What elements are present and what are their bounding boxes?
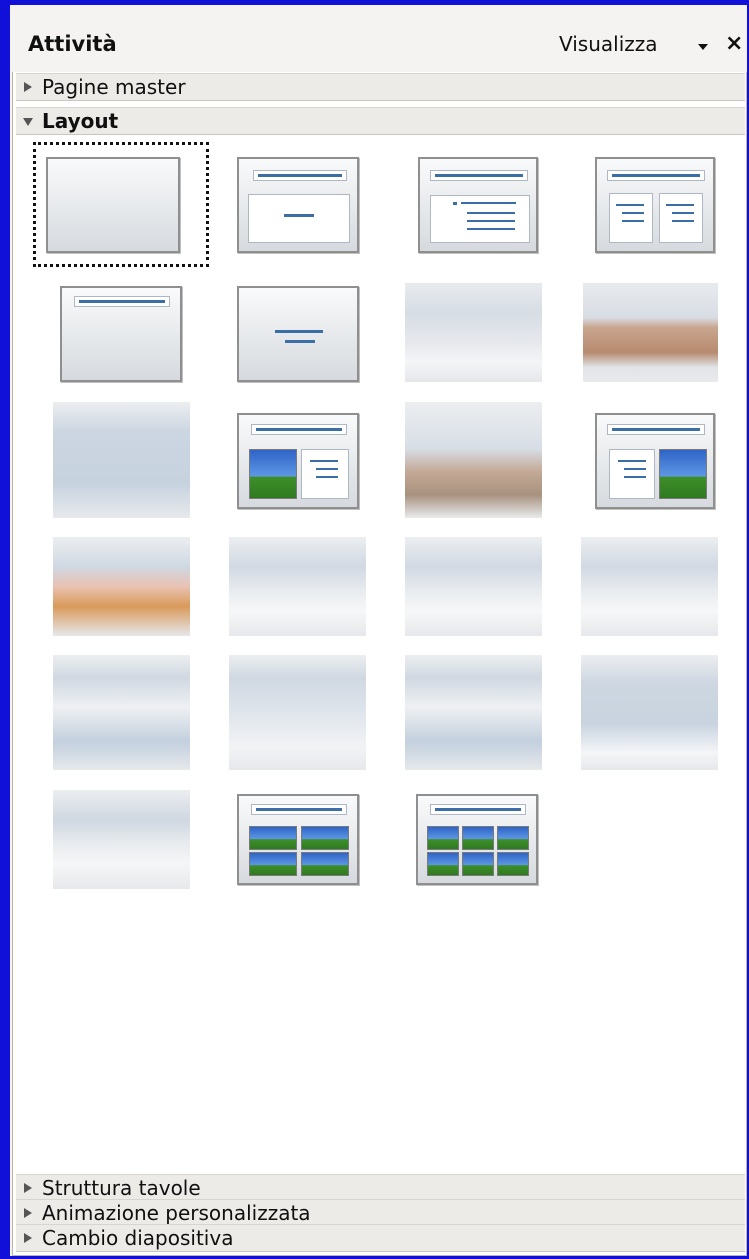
layout-thumbnail-loading[interactable] <box>405 655 542 770</box>
section-slide-transition[interactable]: Cambio diapositiva <box>16 1224 745 1252</box>
section-table-design[interactable]: Struttura tavole <box>16 1174 745 1202</box>
section-label: Animazione personalizzata <box>42 1201 311 1225</box>
layout-title-image-list[interactable] <box>237 413 359 509</box>
layout-title-list-image[interactable] <box>595 413 715 509</box>
layout-title-only[interactable] <box>60 286 182 382</box>
section-label: Struttura tavole <box>42 1176 201 1200</box>
section-label: Cambio diapositiva <box>42 1226 234 1250</box>
chevron-right-icon <box>24 1208 32 1218</box>
layout-thumbnail-loading[interactable] <box>229 537 366 636</box>
section-master-pages[interactable]: Pagine master <box>16 73 745 101</box>
layout-title-6-images[interactable] <box>416 794 538 885</box>
layout-title-4-images[interactable] <box>237 794 359 885</box>
layout-thumbnail-loading[interactable] <box>405 537 542 636</box>
layout-title-content[interactable] <box>237 157 359 253</box>
panel-titlebar: Attività Visualizza × <box>12 18 747 72</box>
view-menu-button[interactable]: Visualizza <box>559 32 658 56</box>
layout-thumbnail-loading[interactable] <box>53 537 190 636</box>
chevron-down-icon <box>23 118 33 126</box>
layout-title-list[interactable] <box>418 157 538 253</box>
layout-thumbnail-loading[interactable] <box>53 655 190 770</box>
section-label: Pagine master <box>42 75 186 99</box>
section-layout[interactable]: Layout <box>16 107 745 135</box>
chevron-down-icon[interactable] <box>698 44 708 50</box>
section-custom-animation[interactable]: Animazione personalizzata <box>16 1199 745 1227</box>
layout-thumbnail-loading[interactable] <box>581 655 718 770</box>
layout-thumbnail-loading[interactable] <box>53 790 190 889</box>
chevron-right-icon <box>24 1233 32 1243</box>
layout-thumbnail-loading[interactable] <box>405 283 542 382</box>
layout-thumbnail-loading[interactable] <box>53 402 190 518</box>
layout-thumbnail-loading[interactable] <box>581 537 718 636</box>
chevron-right-icon <box>24 82 32 92</box>
panel-title: Attività <box>28 32 117 56</box>
close-icon[interactable]: × <box>725 31 743 56</box>
section-label: Layout <box>42 109 119 133</box>
layout-thumbnail-loading[interactable] <box>583 283 718 382</box>
layout-thumbnail-loading[interactable] <box>405 402 542 518</box>
layout-thumbnail-loading[interactable] <box>229 655 366 770</box>
layout-blank[interactable] <box>46 157 180 253</box>
layout-title-2lists[interactable] <box>595 157 715 253</box>
chevron-right-icon <box>24 1183 32 1193</box>
layout-centered-text[interactable] <box>237 286 359 382</box>
